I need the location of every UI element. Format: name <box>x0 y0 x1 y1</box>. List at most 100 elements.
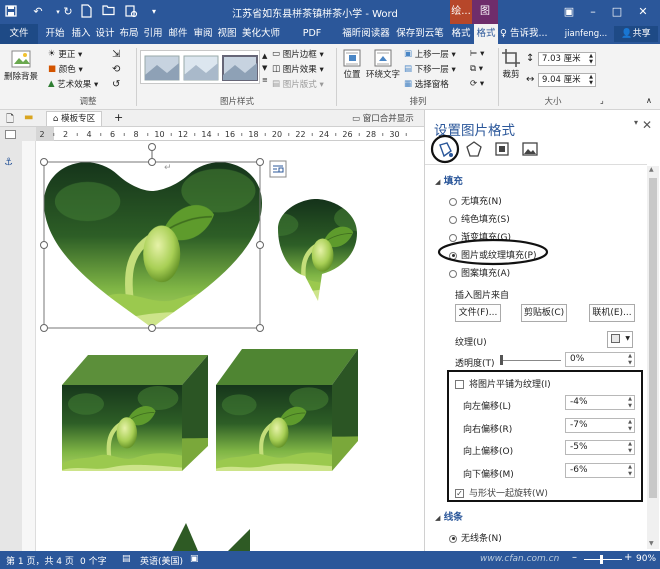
picture-effects-button[interactable]: ◫ 图片效果 ▾ <box>272 63 324 76</box>
tab-insert[interactable]: 插入 <box>70 24 92 44</box>
effects-category-icon[interactable] <box>465 140 483 158</box>
new-document-icon[interactable] <box>80 4 96 20</box>
undo-icon[interactable]: ↶ <box>30 4 46 20</box>
close-icon[interactable]: ✕ <box>632 0 654 24</box>
bring-forward-button[interactable]: ▣ 上移一层 ▾ <box>404 48 456 61</box>
spinner-icon[interactable]: ▲ ▼ <box>628 353 632 366</box>
tab-meihua[interactable]: 美化大师 <box>240 24 282 44</box>
checkbox-checked[interactable]: ✓ <box>455 489 464 498</box>
radio-button[interactable] <box>449 269 457 278</box>
group-objects-icon[interactable]: ⧉ ▾ <box>470 63 483 76</box>
compress-pictures-icon[interactable]: ⇲ <box>112 48 120 61</box>
artistic-effects-button[interactable]: ▲ 艺术效果 ▾ <box>48 78 98 91</box>
scroll-thumb[interactable] <box>649 178 657 498</box>
folder-icon[interactable]: ▬ <box>24 112 33 123</box>
customize-qat-icon[interactable]: ▾ <box>146 4 162 20</box>
open-icon[interactable] <box>102 4 118 20</box>
gallery-more-icon[interactable]: ≡ <box>262 74 268 87</box>
ribbon-display-icon[interactable]: ▣ <box>558 0 580 24</box>
picture-layout-button[interactable]: ▤ 图片版式 ▾ <box>272 78 324 91</box>
save-icon[interactable] <box>4 4 20 20</box>
transparency-slider-thumb[interactable] <box>500 355 503 365</box>
height-input[interactable]: 7.03 厘米 ▲ ▼ <box>538 52 596 66</box>
offset-right-input[interactable]: -7% ▲ ▼ <box>565 418 635 433</box>
tab-design[interactable]: 设计 <box>94 24 116 44</box>
horizontal-ruler[interactable]: 2 2 4 6 8 10 12 14 16 18 20 22 24 26 28 30 <box>36 127 424 141</box>
vertical-ruler[interactable] <box>22 141 36 551</box>
fill-option-solid[interactable]: 纯色填充(S) <box>449 212 510 225</box>
zoom-level[interactable]: 90% <box>636 554 656 564</box>
pane-scrollbar[interactable]: ▲ ▼ <box>647 166 659 549</box>
tab-foxit-reader[interactable]: 福昕阅读器 <box>342 24 390 44</box>
context-tab-picture[interactable]: 图片... <box>472 0 498 41</box>
layout-properties-category-icon[interactable] <box>493 140 511 158</box>
scroll-down-icon[interactable]: ▼ <box>649 540 654 547</box>
selection-pane-button[interactable]: ▦ 选择窗格 <box>404 78 449 91</box>
tab-home[interactable]: 开始 <box>42 24 68 44</box>
transparency-input[interactable]: 0% ▲ ▼ <box>565 352 635 367</box>
word-count[interactable]: 0 个字 <box>80 554 107 567</box>
picture-border-button[interactable]: ▭ 图片边框 ▾ <box>272 48 324 61</box>
language-indicator[interactable]: 英语(美国) <box>140 554 183 567</box>
offset-top-input[interactable]: -5% ▲ ▼ <box>565 440 635 455</box>
checkbox[interactable] <box>455 380 464 389</box>
height-spinner-icon[interactable]: ▲ ▼ <box>589 53 593 65</box>
align-icon[interactable]: ⊨ ▾ <box>470 48 484 61</box>
scroll-up-icon[interactable]: ▲ <box>649 166 654 173</box>
tab-review[interactable]: 审阅 <box>192 24 214 44</box>
picture-category-icon[interactable] <box>521 140 539 158</box>
user-account[interactable]: jianfeng... <box>560 24 612 44</box>
rotate-icon[interactable]: ⟳ ▾ <box>470 78 484 91</box>
page-count[interactable]: 第 1 页，共 4 页 <box>6 554 74 567</box>
remove-background-button[interactable]: 删除背景 <box>2 48 40 82</box>
texture-dropdown[interactable]: ▼ <box>607 331 633 348</box>
file-button[interactable]: 文件(F)... <box>455 304 501 322</box>
tab-view[interactable]: 视图 <box>216 24 238 44</box>
offset-left-input[interactable]: -4% ▲ ▼ <box>565 395 635 410</box>
zoom-out-icon[interactable]: – <box>572 552 577 563</box>
pane-options-icon[interactable]: ▾ <box>634 118 638 127</box>
pane-close-icon[interactable]: ✕ <box>642 118 652 132</box>
online-button[interactable]: 联机(E)... <box>589 304 635 322</box>
context-tab-drawing[interactable]: 绘... <box>450 0 472 24</box>
spinner-icon[interactable]: ▲ ▼ <box>628 419 632 432</box>
size-dialog-launcher-icon[interactable]: ⌟ <box>600 94 604 107</box>
minimize-icon[interactable]: – <box>582 0 604 24</box>
transparency-slider-track[interactable] <box>501 360 561 361</box>
tab-format-picture[interactable]: 格式 <box>474 24 498 44</box>
width-input[interactable]: 9.04 厘米 ▲ ▼ <box>538 73 596 87</box>
wrap-text-button[interactable]: 环绕文字 <box>366 48 400 80</box>
collapse-ribbon-icon[interactable]: ∧ <box>646 94 652 107</box>
radio-button[interactable] <box>449 215 457 224</box>
fill-option-pattern[interactable]: 图案填充(A) <box>449 266 510 279</box>
tab-format-drawing[interactable]: 格式 <box>450 24 472 44</box>
corrections-button[interactable]: ☀ 更正 ▾ <box>48 48 82 61</box>
radio-button-selected[interactable] <box>449 534 457 543</box>
tile-picture-checkbox[interactable]: 将图片平铺为纹理(I) <box>455 377 551 390</box>
tab-mailings[interactable]: 邮件 <box>166 24 190 44</box>
tab-cloud-note[interactable]: 保存到云笔记 <box>392 24 448 59</box>
zoom-in-icon[interactable]: + <box>624 552 632 563</box>
maximize-icon[interactable]: □ <box>606 0 628 24</box>
rotate-with-shape-checkbox[interactable]: ✓ 与形状一起旋转(W) <box>455 486 548 499</box>
zoom-slider-thumb[interactable] <box>600 555 603 564</box>
tab-stop-selector[interactable] <box>5 130 16 139</box>
send-backward-button[interactable]: ▤ 下移一层 ▾ <box>404 63 456 76</box>
spinner-icon[interactable]: ▲ ▼ <box>628 441 632 454</box>
width-spinner-icon[interactable]: ▲ ▼ <box>589 74 593 86</box>
window-merge-button[interactable]: ▭ 窗口合并显示 <box>352 112 414 124</box>
macro-recording-icon[interactable]: ▣ <box>190 554 199 564</box>
offset-bottom-input[interactable]: -6% ▲ ▼ <box>565 463 635 478</box>
reset-picture-icon[interactable]: ↺ <box>112 78 120 91</box>
share-button[interactable]: 👤共享 <box>614 26 658 42</box>
document-tab[interactable]: ⌂ 模板专区 <box>46 111 103 126</box>
tab-layout[interactable]: 布局 <box>118 24 140 44</box>
proofing-icon[interactable]: ▤ <box>122 554 131 564</box>
line-option-none[interactable]: 无线条(N) <box>449 531 502 544</box>
line-section-header[interactable]: ◢ 线条 <box>435 509 463 523</box>
redo-icon[interactable]: ↻ <box>60 4 76 20</box>
picture-styles-gallery[interactable] <box>140 50 260 84</box>
tab-pdf-architect[interactable]: PDF Architect <box>284 24 340 59</box>
position-button[interactable]: 位置 <box>340 48 364 80</box>
spinner-icon[interactable]: ▲ ▼ <box>628 396 632 409</box>
